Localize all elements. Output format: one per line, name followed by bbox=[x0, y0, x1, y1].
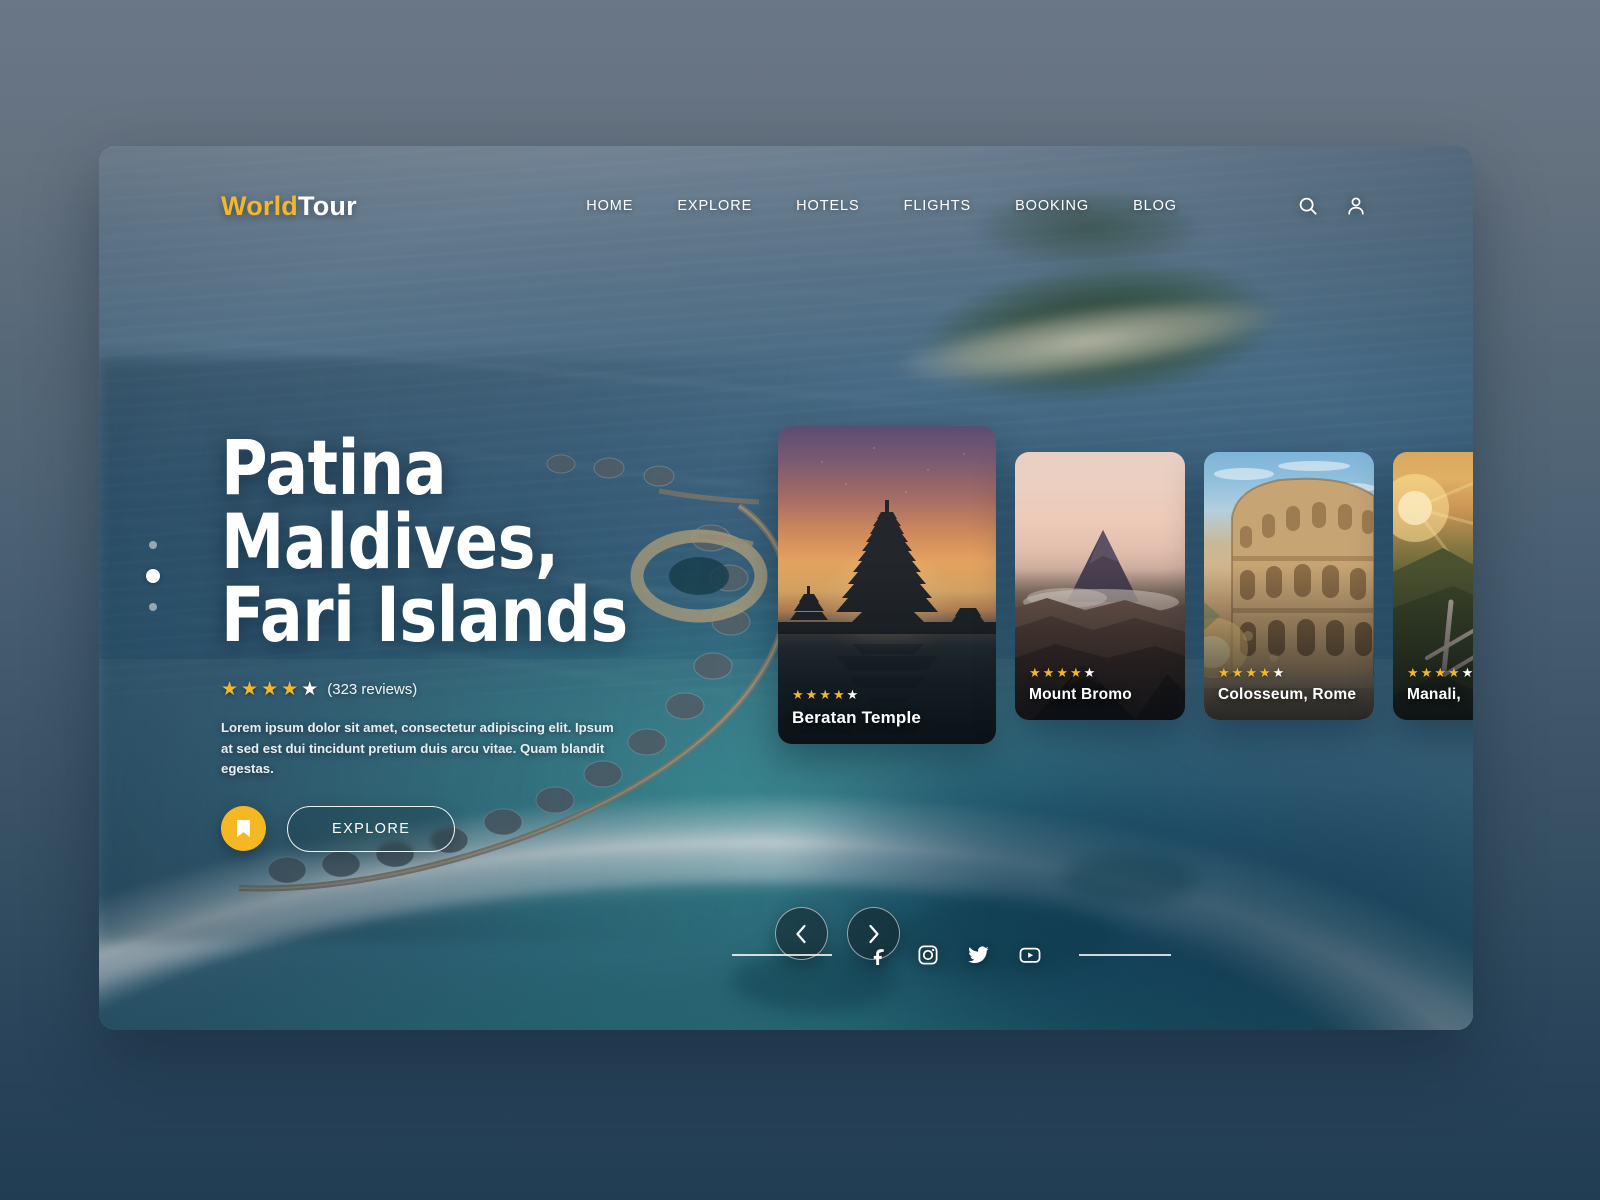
card-star-rating: ★ ★ ★ ★ ★ bbox=[1407, 666, 1473, 679]
divider-line-right bbox=[1078, 954, 1171, 956]
star-filled: ★ bbox=[261, 679, 279, 701]
chevron-left-icon bbox=[796, 924, 806, 943]
nav-links: HOME EXPLORE HOTELS FLIGHTS BOOKING BLOG bbox=[586, 198, 1177, 214]
divider-line-left bbox=[731, 954, 832, 956]
star-filled: ★ bbox=[805, 687, 818, 702]
star-filled: ★ bbox=[832, 687, 845, 702]
slide-dot-1[interactable] bbox=[149, 541, 157, 549]
card-info: ★ ★ ★ ★ ★ Colosseum, Rome bbox=[1204, 666, 1374, 720]
explore-button[interactable]: EXPLORE bbox=[287, 805, 456, 852]
logo-text-world: World bbox=[221, 190, 298, 221]
slide-dot-2-active[interactable] bbox=[146, 569, 160, 583]
nav-item-home[interactable]: HOME bbox=[586, 198, 633, 214]
card-star-rating: ★ ★ ★ ★ ★ bbox=[792, 688, 982, 701]
star-empty: ★ bbox=[846, 687, 859, 702]
card-star-rating: ★ ★ ★ ★ ★ bbox=[1218, 666, 1360, 679]
destination-card-colosseum-rome[interactable]: ★ ★ ★ ★ ★ Colosseum, Rome bbox=[1204, 452, 1374, 720]
destination-card-mount-bromo[interactable]: ★ ★ ★ ★ ★ Mount Bromo bbox=[1015, 452, 1185, 720]
star-filled: ★ bbox=[819, 687, 831, 702]
star-filled: ★ bbox=[1447, 665, 1460, 680]
social-icons bbox=[869, 944, 1042, 966]
hero-rating: ★ ★ ★ ★ ★ (323 reviews) bbox=[221, 680, 781, 699]
star-filled: ★ bbox=[792, 687, 804, 702]
star-filled: ★ bbox=[281, 679, 299, 701]
hero-description: Lorem ipsum dolor sit amet, consectetur … bbox=[221, 720, 614, 777]
nav-item-blog[interactable]: BLOG bbox=[1133, 198, 1177, 214]
star-filled: ★ bbox=[1042, 665, 1055, 680]
star-filled: ★ bbox=[1258, 665, 1271, 680]
slide-indicator-dots bbox=[146, 541, 160, 611]
nav-item-booking[interactable]: BOOKING bbox=[1015, 198, 1089, 214]
star-filled: ★ bbox=[1029, 665, 1041, 680]
hero-banner-card: WorldTour HOME EXPLORE HOTELS FLIGHTS BO… bbox=[99, 146, 1473, 1030]
star-filled: ★ bbox=[1056, 665, 1068, 680]
top-navigation-bar: WorldTour HOME EXPLORE HOTELS FLIGHTS BO… bbox=[99, 146, 1473, 266]
facebook-icon[interactable] bbox=[869, 944, 889, 966]
nav-actions bbox=[1297, 195, 1367, 217]
hero-star-rating: ★ ★ ★ ★ ★ bbox=[221, 680, 318, 699]
nav-item-flights[interactable]: FLIGHTS bbox=[904, 198, 972, 214]
star-empty: ★ bbox=[1272, 665, 1285, 680]
card-title: Beratan Temple bbox=[792, 708, 922, 727]
twitter-icon[interactable] bbox=[967, 944, 990, 966]
search-icon[interactable] bbox=[1297, 195, 1319, 217]
bookmark-button[interactable] bbox=[221, 806, 266, 852]
card-title: Manali, bbox=[1407, 686, 1461, 703]
star-filled: ★ bbox=[1420, 665, 1433, 680]
site-logo[interactable]: WorldTour bbox=[221, 191, 357, 222]
card-info: ★ ★ ★ ★ ★ Manali, bbox=[1393, 666, 1473, 720]
star-filled: ★ bbox=[1407, 665, 1419, 680]
review-count-label: (323 reviews) bbox=[327, 681, 418, 699]
hero-content: Patina Maldives, Fari Islands ★ ★ ★ ★ ★ … bbox=[221, 423, 781, 852]
slide-dot-3[interactable] bbox=[149, 603, 157, 611]
card-title: Mount Bromo bbox=[1029, 686, 1132, 703]
destination-card-manali[interactable]: ★ ★ ★ ★ ★ Manali, bbox=[1393, 452, 1473, 720]
star-empty: ★ bbox=[301, 679, 319, 701]
user-account-icon[interactable] bbox=[1345, 195, 1367, 217]
instagram-icon[interactable] bbox=[917, 944, 939, 966]
star-filled: ★ bbox=[221, 679, 239, 701]
star-filled: ★ bbox=[1245, 665, 1257, 680]
card-title: Colosseum, Rome bbox=[1218, 686, 1357, 703]
star-filled: ★ bbox=[241, 679, 259, 701]
nav-item-explore[interactable]: EXPLORE bbox=[677, 198, 752, 214]
chevron-right-icon bbox=[869, 924, 879, 943]
bookmark-icon bbox=[237, 820, 250, 837]
star-empty: ★ bbox=[1083, 665, 1096, 680]
star-filled: ★ bbox=[1218, 665, 1230, 680]
hero-actions: EXPLORE bbox=[221, 805, 781, 852]
star-empty: ★ bbox=[1461, 665, 1473, 680]
star-filled: ★ bbox=[1231, 665, 1244, 680]
logo-text-tour: Tour bbox=[298, 190, 357, 221]
destination-card-carousel: ★ ★ ★ ★ ★ Beratan Temple ★ ★ ★ ★ ★ Mount… bbox=[778, 426, 1473, 744]
star-filled: ★ bbox=[1069, 665, 1082, 680]
card-info: ★ ★ ★ ★ ★ Beratan Temple bbox=[778, 688, 996, 744]
nav-item-hotels[interactable]: HOTELS bbox=[796, 198, 859, 214]
card-star-rating: ★ ★ ★ ★ ★ bbox=[1029, 666, 1171, 679]
card-info: ★ ★ ★ ★ ★ Mount Bromo bbox=[1015, 666, 1185, 720]
star-filled: ★ bbox=[1434, 665, 1446, 680]
destination-card-beratan-temple[interactable]: ★ ★ ★ ★ ★ Beratan Temple bbox=[778, 426, 996, 744]
social-links-bar bbox=[99, 944, 1473, 966]
page-title: Patina Maldives, Fari Islands bbox=[221, 423, 628, 660]
youtube-icon[interactable] bbox=[1018, 944, 1042, 966]
